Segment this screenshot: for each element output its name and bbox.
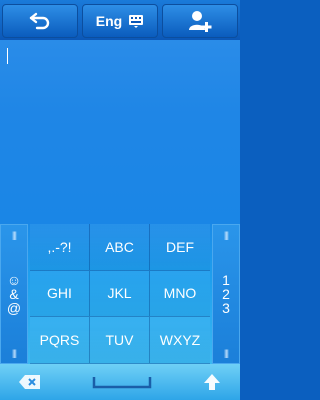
shift-button[interactable]	[184, 366, 240, 398]
key-ghi[interactable]: GHI	[30, 270, 90, 318]
top-toolbar: Eng	[0, 0, 240, 40]
space-icon	[92, 377, 152, 389]
keypad: ||| ☺ & @ ||| ,.-?! ABC DEF GHI JKL MNO …	[0, 224, 240, 364]
back-button[interactable]	[2, 4, 78, 38]
symbols-mode-label: ☺ & @	[6, 272, 22, 316]
grip-icon-top: |||	[11, 230, 17, 240]
space-button[interactable]	[68, 366, 176, 398]
key-punctuation[interactable]: ,.-?!	[30, 224, 90, 271]
key-pqrs[interactable]: PQRS	[30, 317, 90, 364]
add-contact-icon	[189, 11, 212, 32]
keyboard-icon	[129, 15, 144, 28]
key-grid: ,.-?! ABC DEF GHI JKL MNO PQRS TUV WXYZ	[30, 224, 210, 364]
text-cursor	[7, 48, 8, 64]
grip-icon-bottom: |||	[11, 348, 17, 358]
key-jkl[interactable]: JKL	[90, 270, 150, 318]
message-text-area[interactable]	[0, 40, 240, 224]
key-def[interactable]: DEF	[150, 224, 210, 271]
grip-icon-bottom: |||	[223, 348, 229, 358]
key-abc[interactable]: ABC	[90, 224, 150, 271]
shift-up-icon	[204, 374, 220, 390]
language-button[interactable]: Eng	[82, 4, 158, 38]
symbols-mode-button[interactable]: ||| ☺ & @ |||	[0, 224, 28, 364]
language-label: Eng	[95, 13, 123, 29]
numbers-mode-label: 1 2 3	[222, 272, 230, 316]
key-mno[interactable]: MNO	[150, 270, 210, 318]
key-tuv[interactable]: TUV	[90, 317, 150, 364]
numbers-mode-button[interactable]: ||| 1 2 3 |||	[212, 224, 240, 364]
add-contact-button[interactable]	[162, 4, 238, 38]
backspace-icon	[19, 375, 40, 389]
key-wxyz[interactable]: WXYZ	[150, 317, 210, 364]
grip-icon-top: |||	[223, 230, 229, 240]
bottom-bar	[0, 364, 240, 400]
back-arrow-icon	[29, 12, 50, 30]
delete-button[interactable]	[0, 366, 60, 398]
